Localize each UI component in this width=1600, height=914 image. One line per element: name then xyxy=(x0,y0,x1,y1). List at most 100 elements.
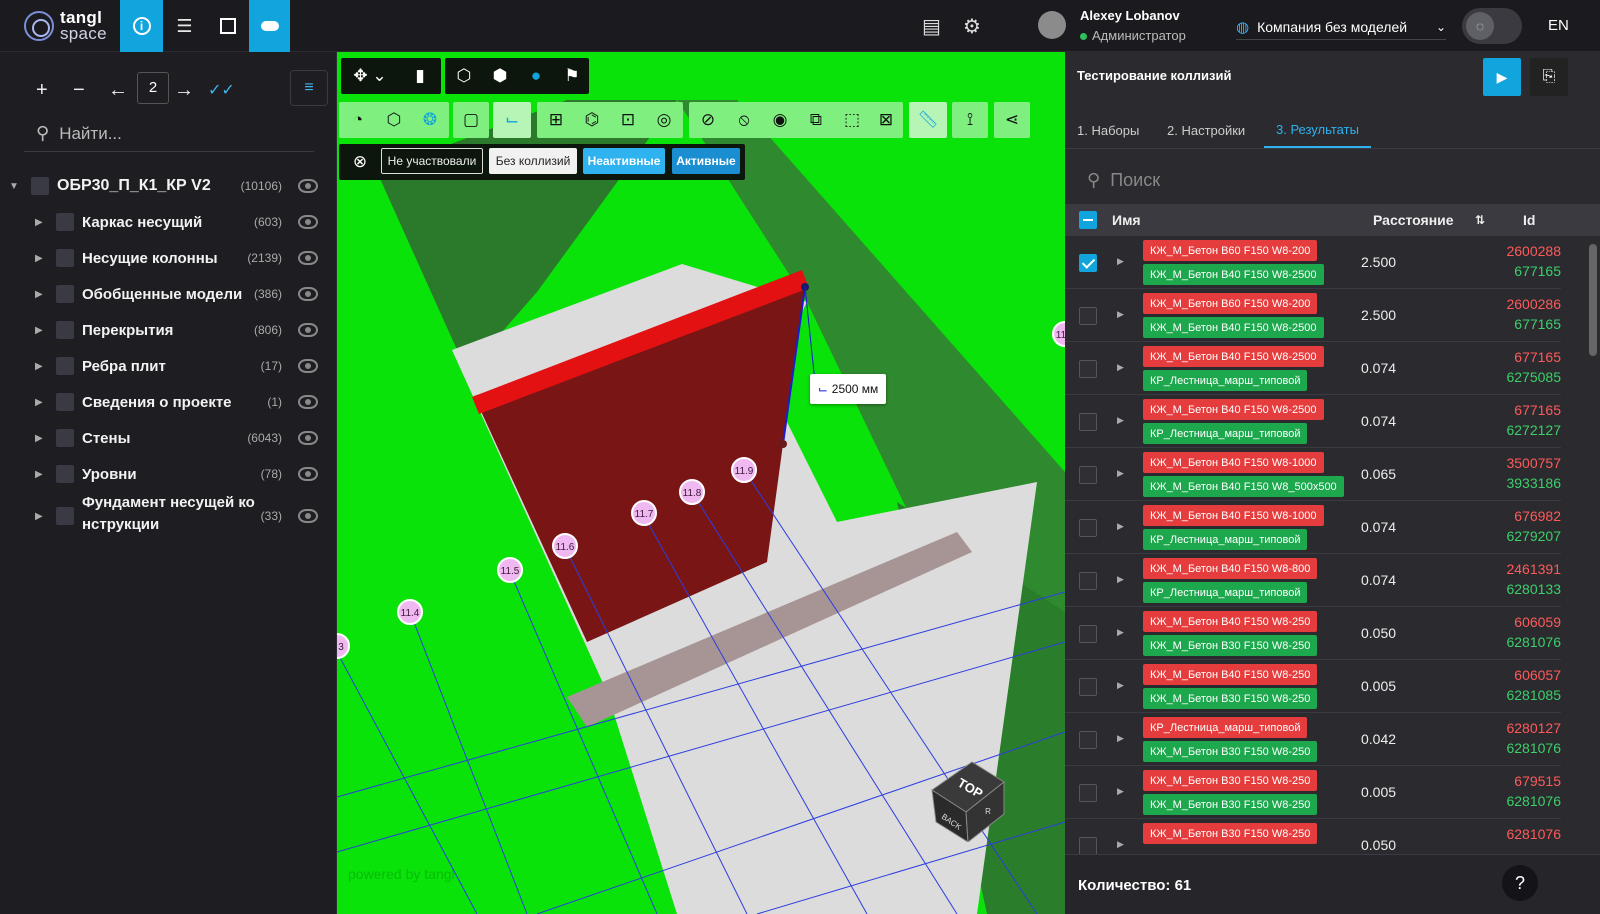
element-b-tag[interactable]: КР_Лестница_марш_типовой xyxy=(1143,529,1308,550)
results-search-input[interactable]: Поиск xyxy=(1110,170,1160,191)
caret-right-icon[interactable]: ▶ xyxy=(1117,521,1124,532)
filter-inactive[interactable]: Неактивные xyxy=(583,148,665,174)
tree-item[interactable]: ▶ Каркас несущий (603) xyxy=(0,204,330,240)
logo[interactable]: tangl space xyxy=(24,9,107,42)
row-checkbox[interactable] xyxy=(1079,413,1097,431)
select-box-button[interactable]: ⬚ xyxy=(835,103,869,137)
sort-icon[interactable]: ⇅ xyxy=(1475,213,1485,227)
table-row[interactable]: ▶ КЖ_М_Бетон В60 F150 W8-200 КЖ_М_Бетон В4… xyxy=(1065,289,1561,342)
row-checkbox[interactable] xyxy=(1079,572,1097,590)
caret-right-icon[interactable]: ▶ xyxy=(35,469,43,480)
tree-root[interactable]: ▼ ОБР30_П_К1_КР V2 (10106) xyxy=(0,168,330,204)
caret-right-icon[interactable]: ▶ xyxy=(35,289,43,300)
scrollbar[interactable] xyxy=(1589,244,1597,356)
header-distance[interactable]: Расстояние xyxy=(1373,212,1454,228)
eye-icon[interactable] xyxy=(298,359,318,373)
flag-button[interactable]: ⚑ xyxy=(555,59,589,93)
checkbox[interactable] xyxy=(56,429,74,447)
checkbox[interactable] xyxy=(56,357,74,375)
eye-icon[interactable] xyxy=(298,179,318,193)
tree-item[interactable]: ▶ Несущие колонны (2139) xyxy=(0,240,330,276)
caret-right-icon[interactable]: ▶ xyxy=(1117,839,1124,850)
element-b-tag[interactable]: КЖ_М_Бетон В40 F150 W8-2500 xyxy=(1143,317,1324,338)
element-b-tag[interactable]: КР_Лестница_марш_типовой xyxy=(1143,582,1308,603)
table-row[interactable]: ▶ КЖ_М_Бетон В30 F150 W8-250 КЖ_М_Бетон В3… xyxy=(1065,766,1561,819)
solid-button[interactable]: ⬢ xyxy=(483,59,517,93)
caret-right-icon[interactable]: ▶ xyxy=(35,433,43,444)
element-b-tag[interactable]: КЖ_М_Бетон В30 F150 W8-250 xyxy=(1143,741,1318,762)
eye-icon[interactable] xyxy=(298,251,318,265)
row-checkbox[interactable] xyxy=(1079,519,1097,537)
tree-search[interactable]: ⚲ Найти... xyxy=(24,116,314,152)
caret-right-icon[interactable]: ▶ xyxy=(1117,680,1124,691)
caret-right-icon[interactable]: ▶ xyxy=(1117,574,1124,585)
caret-right-icon[interactable]: ▶ xyxy=(1117,468,1124,479)
eye-icon[interactable] xyxy=(298,509,318,523)
checkbox[interactable] xyxy=(56,285,74,303)
eye-icon[interactable] xyxy=(298,215,318,229)
element-b-tag[interactable]: КЖ_М_Бетон В30 F150 W8-250 xyxy=(1143,794,1318,815)
wireframe-button[interactable]: ⬡ xyxy=(447,59,481,93)
row-checkbox[interactable] xyxy=(1079,307,1097,325)
view-cube[interactable]: TOP BACK R xyxy=(922,752,1012,843)
target-button[interactable]: ◎ xyxy=(647,103,681,137)
hide-selected-button[interactable]: ⊠ xyxy=(869,103,903,137)
table-row[interactable]: ▶ КЖ_М_Бетон В40 F150 W8-250 КЖ_М_Бетон В3… xyxy=(1065,660,1561,713)
element-a-tag[interactable]: КЖ_М_Бетон В60 F150 W8-200 xyxy=(1143,293,1318,314)
3d-viewport[interactable]: 11.4 11.5 11.6 11.7 11.8 11.9 3 11 ✥ ⌄ ▮… xyxy=(337,52,1065,914)
checkbox[interactable] xyxy=(56,321,74,339)
checkbox[interactable] xyxy=(56,393,74,411)
caret-right-icon[interactable]: ▶ xyxy=(35,253,43,264)
table-row[interactable]: ▶ КР_Лестница_марш_типовой КЖ_М_Бетон В30 … xyxy=(1065,713,1561,766)
element-b-tag[interactable]: КЖ_М_Бетон В40 F150 W8_500х500 xyxy=(1143,476,1344,497)
select-all-checkbox[interactable] xyxy=(1079,211,1097,229)
level-input[interactable]: 2 xyxy=(137,72,169,104)
comment-button[interactable]: ▮ xyxy=(403,59,437,93)
collision-view-button[interactable]: ● xyxy=(519,59,553,93)
caret-right-icon[interactable]: ▶ xyxy=(1117,733,1124,744)
row-checkbox[interactable] xyxy=(1079,678,1097,696)
caret-right-icon[interactable]: ▶ xyxy=(1117,362,1124,373)
checkbox[interactable] xyxy=(56,465,74,483)
checkbox[interactable] xyxy=(56,249,74,267)
run-test-button[interactable]: ▶ xyxy=(1483,58,1521,96)
caret-right-icon[interactable]: ▶ xyxy=(1117,415,1124,426)
element-a-tag[interactable]: КЖ_М_Бетон В40 F150 W8-2500 xyxy=(1143,399,1324,420)
element-a-tag[interactable]: КЖ_М_Бетон В40 F150 W8-2500 xyxy=(1143,346,1324,367)
fit-button[interactable]: ⊞ xyxy=(539,103,573,137)
aperture-button[interactable]: ❂ xyxy=(413,103,447,137)
isolate-button[interactable]: ⧉ xyxy=(799,103,833,137)
ruler-button[interactable]: 📏︎ xyxy=(911,103,945,137)
language-switch[interactable]: EN xyxy=(1548,17,1569,34)
caret-right-icon[interactable]: ▶ xyxy=(1117,786,1124,797)
checkbox[interactable] xyxy=(56,507,74,525)
row-checkbox[interactable] xyxy=(1079,784,1097,802)
element-a-tag[interactable]: КЖ_М_Бетон В40 F150 W8-1000 xyxy=(1143,452,1324,473)
tree-item[interactable]: ▶ Уровни (78) xyxy=(0,456,330,492)
element-b-tag[interactable]: КР_Лестница_марш_типовой xyxy=(1143,370,1308,391)
eye-icon[interactable] xyxy=(298,467,318,481)
expand-button[interactable]: + xyxy=(36,72,48,108)
collapse-button[interactable]: − xyxy=(73,72,85,108)
table-row[interactable]: ▶ КЖ_М_Бетон В40 F150 W8-250 КЖ_М_Бетон В3… xyxy=(1065,607,1561,660)
layers-button[interactable]: ▤ xyxy=(922,14,941,39)
collision-filter-toggle[interactable]: ⊗ xyxy=(343,145,377,179)
tree-item[interactable]: ▶ Стены (6043) xyxy=(0,420,330,456)
caret-right-icon[interactable]: ▶ xyxy=(35,397,43,408)
theme-toggle[interactable]: ◌ xyxy=(1462,8,1522,44)
table-row[interactable]: ▶ КЖ_М_Бетон В40 F150 W8-800 КР_Лестница_м… xyxy=(1065,554,1561,607)
table-row[interactable]: ▶ КЖ_М_Бетон В60 F150 W8-200 КЖ_М_Бетон В4… xyxy=(1065,236,1561,289)
orbit-mode-button[interactable]: ✥ ⌄ xyxy=(345,59,395,93)
element-a-tag[interactable]: КЖ_М_Бетон В40 F150 W8-250 xyxy=(1143,611,1318,632)
bounds-button[interactable] xyxy=(206,0,249,52)
caret-right-icon[interactable]: ▶ xyxy=(1117,309,1124,320)
element-a-tag[interactable]: КЖ_М_Бетон В30 F150 W8-250 xyxy=(1143,770,1318,791)
element-b-tag[interactable]: КЖ_М_Бетон В40 F150 W8-2500 xyxy=(1143,264,1324,285)
company-select[interactable]: ◍ Компания без моделей ⌄ xyxy=(1236,14,1446,40)
level-forward-button[interactable]: → xyxy=(174,72,194,108)
element-a-tag[interactable]: КЖ_М_Бетон В30 F150 W8-250 xyxy=(1143,823,1318,844)
row-checkbox[interactable] xyxy=(1079,837,1097,854)
row-checkbox[interactable] xyxy=(1079,360,1097,378)
level-back-button[interactable]: ← xyxy=(108,72,128,108)
tree-item[interactable]: ▶ Фундамент несущей ко нструкции (33) xyxy=(0,492,330,540)
